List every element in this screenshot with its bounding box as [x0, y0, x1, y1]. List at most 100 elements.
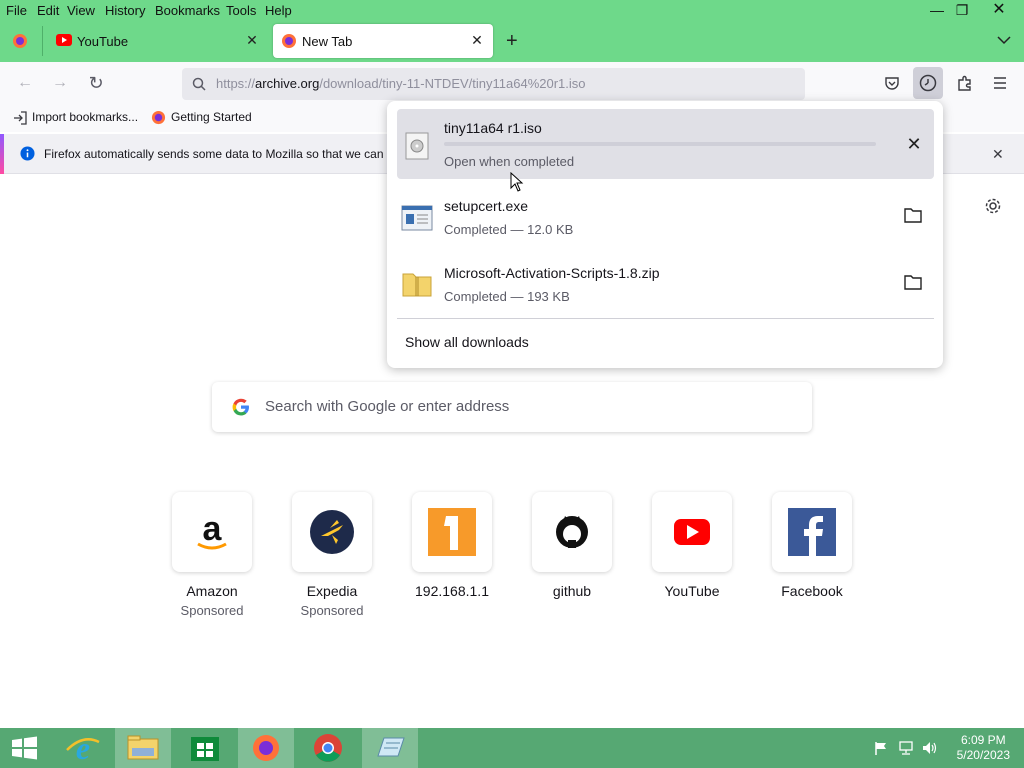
gear-icon[interactable]: [984, 197, 1002, 215]
show-in-folder-icon[interactable]: [904, 207, 924, 227]
firefox-favicon-icon: [151, 110, 166, 125]
start-button[interactable]: [0, 728, 50, 768]
restore-button[interactable]: ❐: [947, 0, 977, 22]
downloads-button[interactable]: [913, 67, 943, 99]
panel-divider: [397, 318, 934, 319]
store-icon[interactable]: [177, 728, 233, 768]
system-clock[interactable]: 6:09 PM 5/20/2023: [957, 733, 1010, 763]
amazon-icon: a: [172, 492, 252, 572]
download-status: Completed — 193 KB: [444, 289, 570, 304]
firefox-taskbar-icon[interactable]: [238, 728, 294, 768]
youtube-favicon-icon: [56, 34, 72, 46]
list-all-tabs-chevron-icon[interactable]: [996, 32, 1012, 48]
show-in-folder-icon[interactable]: [904, 274, 924, 294]
search-box[interactable]: Search with Google or enter address: [212, 382, 812, 432]
shortcut-name: Expedia: [306, 583, 358, 599]
download-filename: Microsoft-Activation-Scripts-1.8.zip: [444, 265, 660, 281]
menu-tools[interactable]: Tools: [226, 3, 256, 18]
tab-new-tab[interactable]: New Tab ✕: [273, 24, 493, 58]
shortcut-name: YouTube: [664, 583, 720, 599]
search-placeholder: Search with Google or enter address: [265, 398, 510, 415]
bookmark-getting-started[interactable]: Getting Started: [171, 110, 252, 124]
pocket-icon[interactable]: [884, 75, 900, 91]
facebook-icon: [772, 492, 852, 572]
iso-file-icon: [405, 132, 429, 160]
firefox-favicon-icon: [281, 33, 297, 49]
sponsored-label: Sponsored: [180, 603, 244, 618]
close-tab-icon[interactable]: ✕: [469, 32, 485, 48]
github-icon: [532, 492, 612, 572]
zip-folder-icon: [401, 268, 433, 300]
download-filename: tiny11a64 r1.iso: [444, 120, 542, 136]
download-status: Completed — 12.0 KB: [444, 222, 574, 237]
window-close-button[interactable]: ✕: [984, 0, 1014, 22]
download-filename: setupcert.exe: [444, 198, 529, 214]
show-all-downloads-button[interactable]: Show all downloads: [405, 334, 529, 350]
tab-label: New Tab: [302, 34, 353, 49]
shortcut-tile-expedia[interactable]: Expedia Sponsored: [292, 492, 372, 618]
shortcut-tile-facebook[interactable]: Facebook: [772, 492, 852, 599]
download-item[interactable]: setupcert.exe Completed — 12.0 KB: [397, 187, 934, 257]
download-item[interactable]: Microsoft-Activation-Scripts-1.8.zip Com…: [397, 254, 934, 324]
letter-1-icon: [412, 492, 492, 572]
taskbar: e 6:09 PM 5/20/2023: [0, 728, 1024, 768]
back-arrow-icon[interactable]: ←: [14, 72, 36, 94]
close-tab-icon[interactable]: ✕: [244, 32, 260, 48]
file-explorer-icon[interactable]: [115, 728, 171, 768]
firefox-view-icon[interactable]: [12, 33, 28, 49]
volume-icon[interactable]: [922, 741, 938, 755]
menu-help[interactable]: Help: [265, 3, 292, 18]
forward-arrow-icon[interactable]: →: [49, 72, 71, 94]
download-status: Open when completed: [444, 154, 575, 169]
network-icon[interactable]: [898, 741, 914, 755]
shortcut-tile-router[interactable]: 192.168.1.1: [412, 492, 492, 599]
expedia-icon: [292, 492, 372, 572]
search-icon: [192, 77, 206, 91]
svg-text:a: a: [203, 510, 223, 548]
youtube-icon: [652, 492, 732, 572]
shortcut-tile-amazon[interactable]: a Amazon Sponsored: [172, 492, 252, 618]
menu-edit[interactable]: Edit: [37, 3, 59, 18]
menu-history[interactable]: History: [105, 3, 145, 18]
mouse-cursor-icon: [510, 171, 524, 192]
cancel-download-icon[interactable]: ✕: [904, 134, 924, 154]
menu-view[interactable]: View: [67, 3, 95, 18]
bookmark-import[interactable]: Import bookmarks...: [32, 110, 138, 124]
new-tab-plus-icon[interactable]: +: [506, 30, 518, 52]
shortcut-name: Amazon: [186, 583, 238, 599]
downloads-progress-icon: [919, 74, 937, 92]
reload-icon[interactable]: ↻: [85, 72, 107, 94]
internet-explorer-icon[interactable]: e: [55, 728, 111, 768]
tab-strip: YouTube ✕ New Tab ✕ +: [0, 22, 1024, 62]
hamburger-menu-icon[interactable]: [992, 75, 1008, 91]
info-icon: [20, 146, 35, 161]
download-progress-bar: [444, 142, 876, 146]
download-item[interactable]: tiny11a64 r1.iso Open when completed ✕: [397, 109, 934, 179]
tab-label: YouTube: [77, 34, 129, 49]
notepad-taskbar-icon[interactable]: [362, 728, 418, 768]
action-center-flag-icon[interactable]: [874, 741, 888, 755]
shortcut-tile-youtube[interactable]: YouTube: [652, 492, 732, 599]
shortcut-name: github: [552, 583, 592, 599]
notice-text: Firefox automatically sends some data to…: [44, 147, 390, 161]
shortcut-name: 192.168.1.1: [415, 583, 489, 599]
shortcut-name: Facebook: [781, 583, 843, 599]
navigation-bar: ← → ↻ https://archive.org/download/tiny-…: [0, 62, 1024, 104]
shortcut-tile-github[interactable]: github: [532, 492, 612, 599]
tab-youtube[interactable]: YouTube ✕: [46, 24, 270, 58]
close-notice-icon[interactable]: ✕: [992, 146, 1004, 163]
chrome-taskbar-icon[interactable]: [300, 728, 356, 768]
import-icon: [13, 111, 27, 125]
menu-bookmarks[interactable]: Bookmarks: [155, 3, 220, 18]
url-bar[interactable]: https://archive.org/download/tiny-11-NTD…: [182, 68, 805, 100]
menu-file[interactable]: File: [6, 3, 27, 18]
exe-file-icon: [401, 204, 433, 232]
extensions-puzzle-icon[interactable]: [956, 74, 974, 92]
google-logo-icon: [231, 397, 251, 417]
clock-date: 5/20/2023: [956, 748, 1010, 762]
svg-text:e: e: [76, 730, 90, 766]
menu-bar: File Edit View History Bookmarks Tools H…: [0, 0, 1024, 22]
downloads-panel: tiny11a64 r1.iso Open when completed ✕ s…: [387, 101, 943, 368]
url-text: https://archive.org/download/tiny-11-NTD…: [216, 76, 586, 91]
clock-time: 6:09 PM: [960, 733, 1006, 747]
